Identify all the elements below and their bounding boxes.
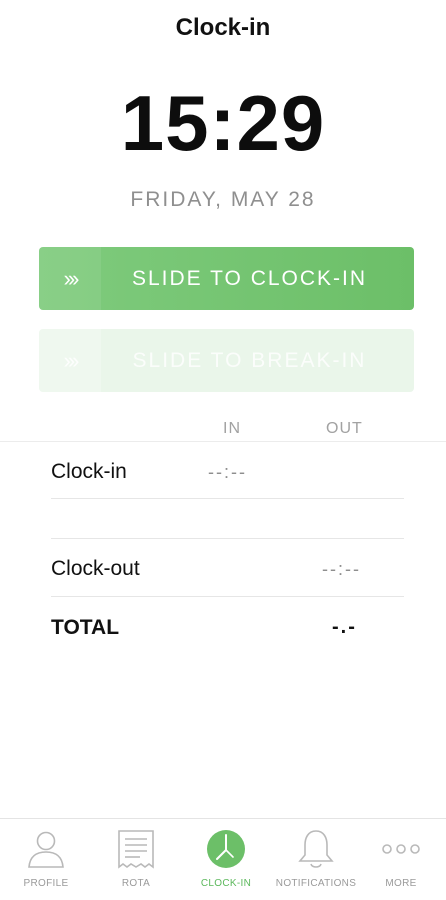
divider (51, 498, 404, 499)
slide-to-clock-in[interactable]: ››› SLIDE TO CLOCK-IN (39, 247, 414, 310)
column-header-out: OUT (326, 420, 363, 437)
slide-to-clock-in-label: SLIDE TO CLOCK-IN (131, 266, 368, 290)
slide-to-break-in[interactable]: ››› SLIDE TO BREAK-IN (39, 329, 414, 392)
current-time: 15:29 (120, 79, 326, 167)
clock-out-time-value: --:-- (322, 559, 361, 579)
more-icon (382, 844, 420, 854)
tab-label: PROFILE (23, 878, 69, 889)
tab-profile[interactable]: PROFILE (1, 819, 91, 900)
profile-icon (28, 831, 64, 868)
table-row-total: TOTAL -.- (51, 616, 404, 640)
total-value: -.- (332, 616, 357, 638)
rota-icon (118, 830, 154, 869)
tab-clock-in[interactable]: CLOCK-IN (181, 819, 271, 900)
tab-more[interactable]: MORE (356, 819, 446, 900)
tab-notifications[interactable]: NOTIFICATIONS (271, 819, 361, 900)
column-headers: IN OUT (0, 420, 446, 442)
bottom-tab-bar: PROFILE ROTA CLOCK-IN NOTIFICATIONS MORE (0, 818, 446, 900)
divider (0, 441, 446, 442)
tab-label: MORE (385, 878, 417, 889)
table-row-clock-out: Clock-out --:-- (51, 557, 404, 581)
bell-icon (298, 830, 334, 868)
divider (51, 538, 404, 539)
table-row-clock-in: Clock-in --:-- (51, 460, 404, 484)
tab-label: CLOCK-IN (200, 878, 252, 889)
row-label: TOTAL (51, 616, 120, 639)
clock-in-time-value: --:-- (208, 462, 247, 482)
clock-icon (207, 830, 245, 868)
divider (51, 596, 404, 597)
slider-handle-arrows-icon[interactable]: ››› (39, 329, 101, 392)
row-label: Clock-in (51, 460, 127, 483)
slider-handle-arrows-icon[interactable]: ››› (39, 247, 101, 310)
slide-to-break-in-label: SLIDE TO BREAK-IN (132, 348, 367, 372)
current-date: FRIDAY, MAY 28 (130, 188, 316, 211)
row-label: Clock-out (51, 557, 140, 580)
tab-label: ROTA (121, 878, 151, 889)
tab-rota[interactable]: ROTA (91, 819, 181, 900)
tab-label: NOTIFICATIONS (275, 878, 357, 889)
page-title: Clock-in (175, 14, 271, 41)
column-header-in: IN (223, 420, 241, 437)
clock-in-screen: Clock-in 15:29 FRIDAY, MAY 28 ››› SLIDE … (0, 0, 446, 900)
